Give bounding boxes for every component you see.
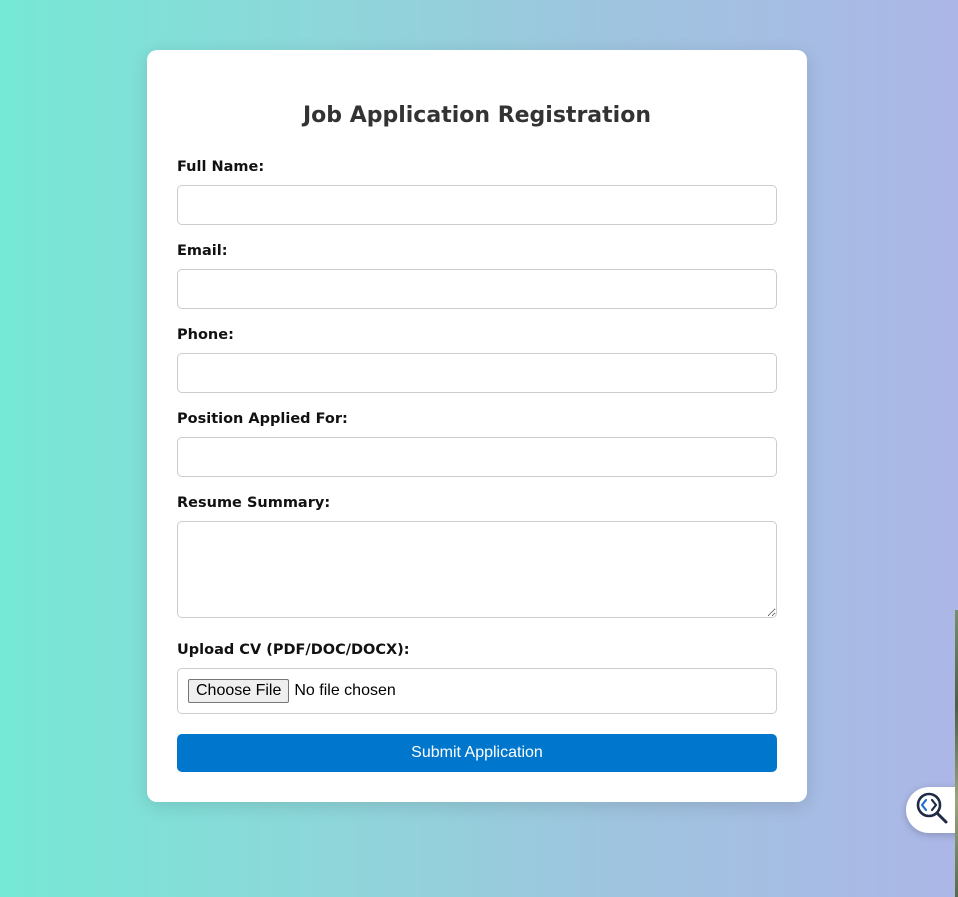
email-input[interactable] bbox=[177, 269, 777, 309]
full-name-input[interactable] bbox=[177, 185, 777, 225]
registration-card: Job Application Registration Full Name: … bbox=[147, 50, 807, 802]
phone-input[interactable] bbox=[177, 353, 777, 393]
magnifier-code-icon bbox=[914, 790, 950, 830]
position-label: Position Applied For: bbox=[177, 411, 348, 427]
resume-summary-label: Resume Summary: bbox=[177, 495, 331, 511]
email-label: Email: bbox=[177, 243, 228, 259]
submit-application-button[interactable]: Submit Application bbox=[177, 734, 777, 772]
page-title: Job Application Registration bbox=[303, 103, 651, 128]
phone-label: Phone: bbox=[177, 327, 234, 343]
choose-file-button[interactable]: Choose File bbox=[188, 679, 290, 703]
full-name-label: Full Name: bbox=[177, 159, 265, 175]
inspect-widget-button[interactable] bbox=[906, 787, 958, 833]
file-status-text: No file chosen bbox=[294, 682, 396, 699]
cv-upload-field[interactable]: Choose File No file chosen bbox=[177, 668, 777, 714]
position-input[interactable] bbox=[177, 437, 777, 477]
resume-summary-textarea[interactable] bbox=[177, 521, 777, 618]
cv-upload-label: Upload CV (PDF/DOC/DOCX): bbox=[177, 642, 410, 658]
